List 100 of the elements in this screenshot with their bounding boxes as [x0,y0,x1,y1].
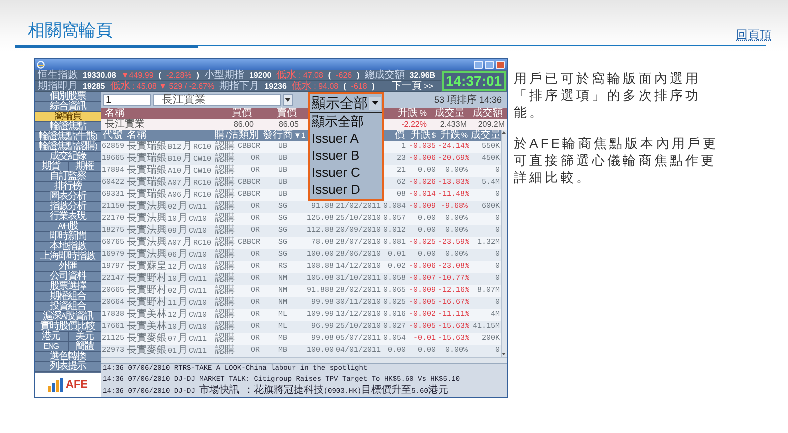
quote-value: -2.22% [400,119,428,130]
column-header: 買價 [231,108,253,119]
page-title: 相關窩輪頁 [28,20,113,42]
horizontal-scrollbar[interactable] [101,357,507,363]
description-text: 於AFE輪商焦點版本內用戶更可直接篩選心儀輪商焦點作更詳細比較。 [514,135,720,186]
sidebar-item[interactable]: 列表提示 [35,362,101,372]
table-cell-text: 認購 [214,201,236,212]
sidebar-item[interactable]: 成交紀錄 [35,152,101,162]
sidebar-item[interactable]: 港元 [35,332,68,342]
sidebar-item[interactable]: 輪證焦點 [35,122,101,132]
table-cell-text: 認購 [214,309,236,320]
logo-text: AFE [66,379,88,391]
info-value: ( [158,70,162,81]
info-value: ) [372,81,375,92]
table-cell-text: 認購 [214,285,236,296]
info-value: 19200 [249,70,272,81]
info-label: 總成交額 [364,70,405,81]
sidebar-item[interactable]: A/H股 [35,222,101,232]
sidebar-item[interactable]: 綜合資訊 [35,102,101,112]
sidebar-item[interactable]: 上海即時指數 [35,252,101,262]
code-input-field[interactable]: 1 [103,94,151,106]
sidebar-item[interactable]: 行業表現 [35,212,101,222]
sidebar-item[interactable]: 期權組合 [35,292,101,302]
sidebar-item[interactable]: 個別股票 [35,92,101,102]
column-header: 賣價 [276,108,298,119]
info-value: -2.28% [166,70,192,81]
sidebar-item[interactable]: 簡體 [68,342,101,352]
sidebar-item[interactable]: 輪證焦點(認購) [35,142,101,152]
dropdown-option[interactable]: Issuer B [310,147,382,164]
info-label: 期指下月 [220,81,260,92]
stock-name-field[interactable]: 長江實業 [153,94,281,106]
filter-dropdown[interactable]: 顯示全部 顯示全部 Issuer A Issuer B Issuer C Issuer D [308,92,384,201]
sidebar-item[interactable]: 圖表分析 [35,192,101,202]
minimize-button[interactable] [474,60,483,68]
info-value: ▼449.99 [121,70,154,80]
sidebar-item[interactable]: 窩輪頁 [35,112,101,122]
dropdown-value: 顯示全部 [312,95,368,111]
next-page-link[interactable]: 下一頁 >> [392,81,434,92]
info-value: ) [357,70,360,81]
column-header[interactable]: 價 [381,130,407,141]
sidebar-item[interactable]: 期貨 [35,162,68,172]
table-cell-text: 認購 [214,261,236,272]
sidebar-item[interactable]: 滬深A股資訊 [35,312,101,322]
dropdown-option[interactable]: Issuer A [310,130,382,147]
quote-value: 209.2M [477,119,506,130]
table-cell-text: 認購 [214,141,236,152]
sidebar-item[interactable]: 實時股價比較 [35,322,101,332]
dropdown-option[interactable]: Issuer D [310,181,382,198]
table-cell-text: 認購 [214,153,236,164]
sidebar-item[interactable]: 股票選擇 [35,282,101,292]
quote-value: 86.05 [278,119,300,130]
sidebar-item[interactable]: 投資組合 [35,302,101,312]
info-value: 32.96B [410,70,436,81]
column-header[interactable]: 代號 [101,130,125,141]
table-cell-text: 認購 [214,213,236,224]
sidebar-item[interactable]: 美元 [68,332,101,342]
table-cell-text: 認購 [214,321,236,332]
back-to-top-link[interactable]: 回頁頂 [736,28,772,46]
description-text: 用戶已可於窩輪版面內選用「排序選項」的多次排序功能。 [514,70,702,121]
column-header[interactable]: 成交量 [469,130,501,141]
info-label: 小型期指 [204,70,244,81]
vertical-scrollbar[interactable] [501,130,507,357]
sidebar-item[interactable]: 期權 [68,162,101,172]
sidebar-item[interactable]: 本地指數 [35,242,101,252]
dropdown-arrow-button[interactable] [369,96,381,110]
sidebar-item[interactable]: 輪證焦點(牛熊) [35,132,101,142]
info-value: ( [344,81,346,92]
quote-value: 86.00 [232,119,255,130]
clock: 14:37:01 [442,71,506,91]
table-cell-text: 認購 [214,297,236,308]
app-icon [37,60,45,68]
table-cell-text: 認購 [214,345,236,358]
sidebar-item[interactable]: 指數分析 [35,202,101,212]
sidebar-item[interactable]: 選色轉換 [35,352,101,362]
dropdown-option[interactable]: Issuer C [310,164,382,181]
table-cell-text: 認購 [214,273,236,284]
info-value: 19285 [83,81,106,91]
sidebar-item[interactable]: 即時新聞 [35,232,101,242]
close-button[interactable] [496,60,505,68]
table-cell-text: 認購 [214,237,236,248]
sidebar-item[interactable]: 自訂監察 [35,172,101,182]
caret-icon [285,98,291,102]
column-header: 成交額 [472,108,504,119]
sidebar-item[interactable]: 排行榜 [35,182,101,192]
table-cell-text: 認購 [214,189,236,200]
sidebar-item[interactable]: ENG [35,342,68,352]
column-header[interactable]: 名稱 [125,130,213,141]
table-cell-text: 認購 [214,225,236,236]
info-value: -618 [351,81,368,92]
info-value: 低水 : 94.08 [292,81,339,92]
info-label: 恒生指數 [38,70,78,81]
sidebar-item[interactable]: 外匯 [35,262,101,272]
column-header: 升跌% [396,108,428,119]
sidebar-item[interactable]: 公司資料 [35,272,101,282]
dropdown-option[interactable]: 顯示全部 [310,113,382,130]
info-value: 19330.08 [83,70,116,81]
caret-icon [372,101,378,105]
maximize-button[interactable] [485,60,494,68]
dropdown-button[interactable] [283,94,293,106]
column-header: 成交量 [434,108,466,119]
